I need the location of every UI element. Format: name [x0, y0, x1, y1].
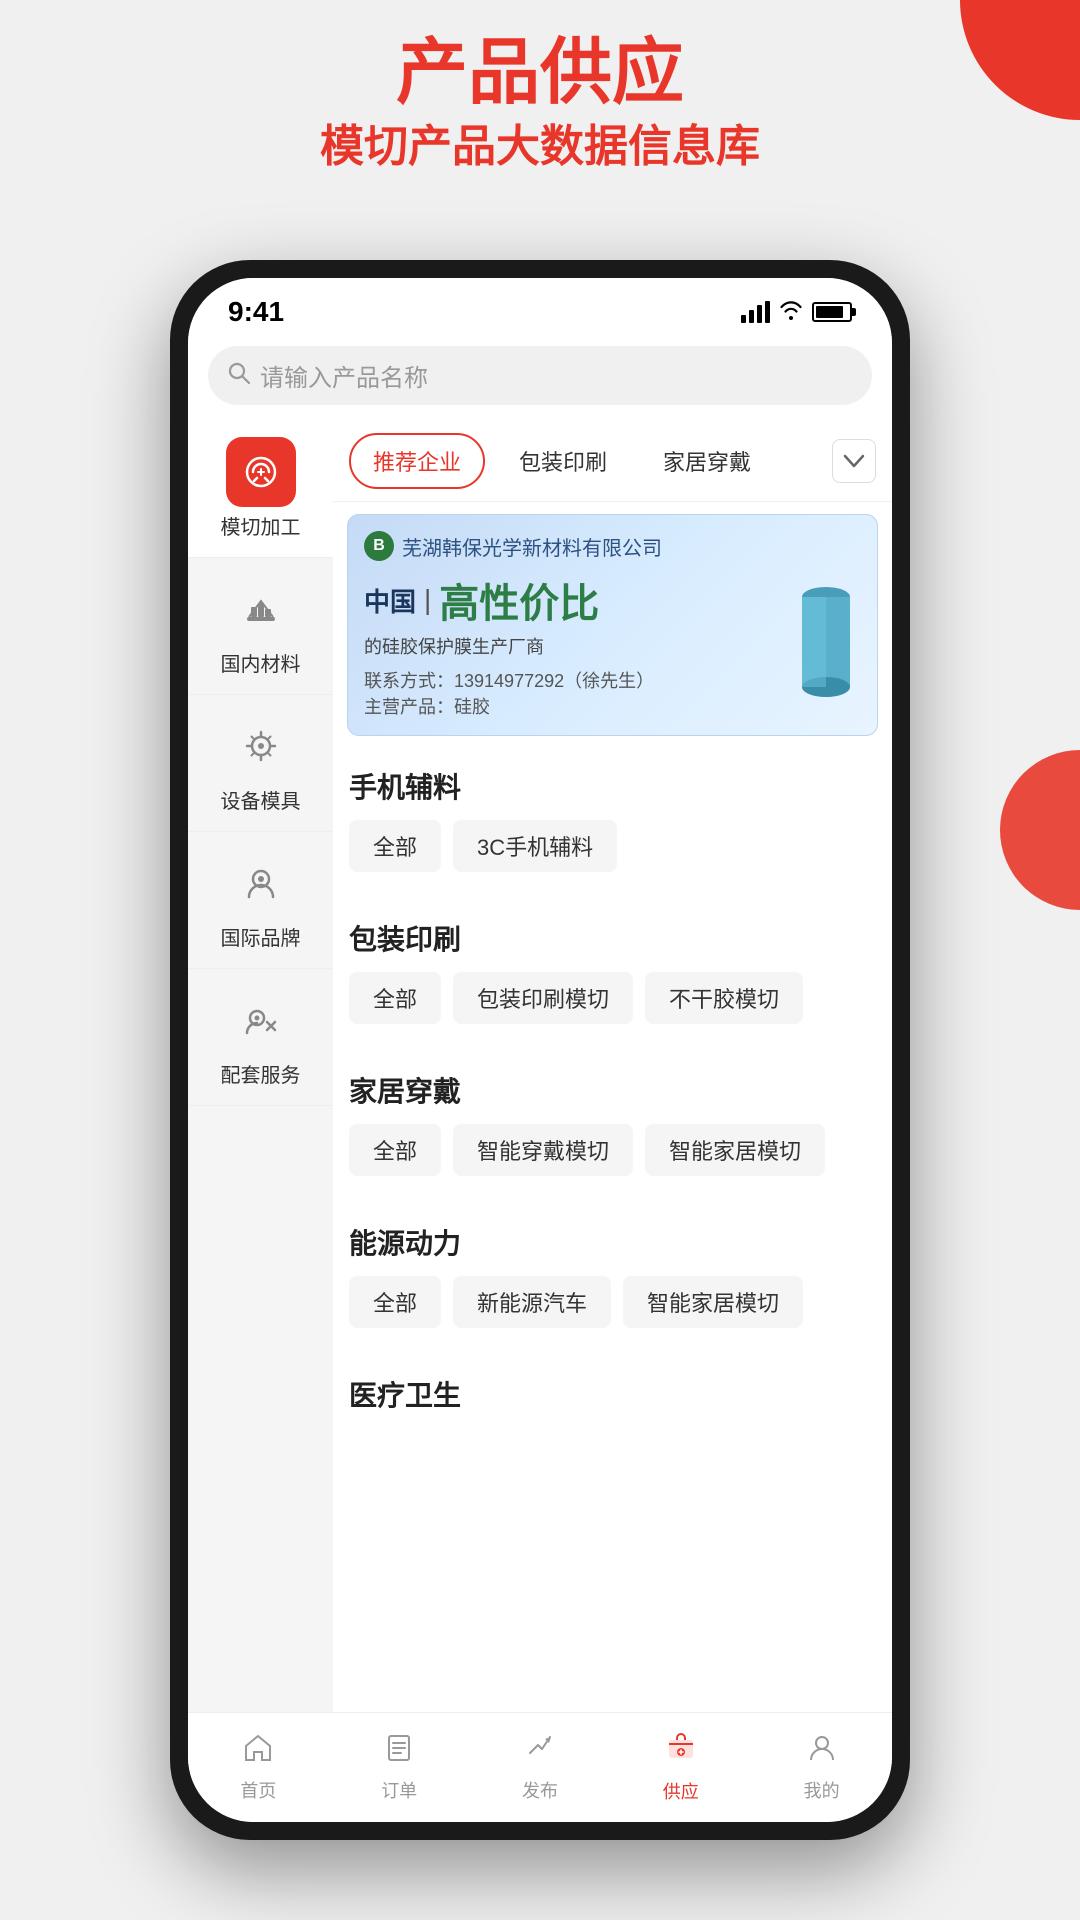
- search-icon: [228, 362, 250, 389]
- sidebar-icon-shebei: [226, 711, 296, 781]
- tag-jiaju-zhineng[interactable]: 智能穿戴模切: [453, 1124, 633, 1176]
- nav-order[interactable]: 订单: [329, 1733, 470, 1803]
- main-content: 推荐企业 包装印刷 家居穿戴 B: [333, 421, 892, 1712]
- sidebar-icon-moqie: [226, 437, 296, 507]
- nav-supply-label: 供应: [663, 1778, 699, 1804]
- banner-china: 中国: [364, 582, 416, 619]
- banner-cylinder: [791, 585, 861, 705]
- tag-nengyuan-all[interactable]: 全部: [349, 1276, 441, 1328]
- banner-logo: B: [364, 531, 394, 561]
- phone-wrapper: 9:41: [170, 260, 910, 1840]
- category-nengyuan: 能源动力 全部 新能源汽车 智能家居模切: [333, 1204, 892, 1346]
- section-tags-jiaju: 全部 智能穿戴模切 智能家居模切: [349, 1124, 876, 1176]
- banner-contact: 联系方式：13914977292（徐先生）: [364, 667, 791, 693]
- order-icon: [384, 1733, 414, 1771]
- banner-ad: B 芜湖韩保光学新材料有限公司 中国 | 高性价比: [347, 514, 878, 736]
- nav-supply[interactable]: 供应: [610, 1732, 751, 1804]
- tag-shouji-all[interactable]: 全部: [349, 820, 441, 872]
- wifi-icon: [778, 298, 804, 326]
- banner-desc: 的硅胶保护膜生产厂商: [364, 633, 791, 659]
- banner-main-text: 中国 | 高性价比: [364, 571, 791, 629]
- phone-frame: 9:41: [170, 260, 910, 1840]
- tag-jiaju-jiaju[interactable]: 智能家居模切: [645, 1124, 825, 1176]
- category-yiliao: 医疗卫生: [333, 1356, 892, 1446]
- tag-nengyuan-xny[interactable]: 新能源汽车: [453, 1276, 611, 1328]
- profile-icon: [807, 1733, 837, 1771]
- sidebar-label-moqie: 模切加工: [221, 515, 301, 541]
- nav-profile[interactable]: 我的: [751, 1733, 892, 1803]
- status-bar: 9:41: [188, 278, 892, 336]
- content-area: 模切加工 国内材料: [188, 421, 892, 1712]
- tab-living[interactable]: 家居穿戴: [641, 435, 773, 487]
- tab-recommended[interactable]: 推荐企业: [349, 433, 485, 489]
- category-shouji: 手机辅料 全部 3C手机辅料: [333, 748, 892, 890]
- banner-company-name: 芜湖韩保光学新材料有限公司: [402, 532, 662, 561]
- nav-home-label: 首页: [240, 1777, 276, 1803]
- sidebar: 模切加工 国内材料: [188, 421, 333, 1712]
- bg-decor-bottom-right: [1000, 750, 1080, 910]
- hero-subtitle: 模切产品大数据信息库: [0, 116, 1080, 178]
- tag-shouji-3c[interactable]: 3C手机辅料: [453, 820, 617, 872]
- hero-section: 产品供应 模切产品大数据信息库: [0, 30, 1080, 178]
- section-title-jiaju: 家居穿戴: [349, 1070, 876, 1110]
- tag-nengyuan-smart[interactable]: 智能家居模切: [623, 1276, 803, 1328]
- banner-company: B 芜湖韩保光学新材料有限公司: [364, 531, 861, 561]
- sidebar-item-peitao[interactable]: 配套服务: [188, 969, 333, 1106]
- section-title-nengyuan: 能源动力: [349, 1222, 876, 1262]
- categories-container: 手机辅料 全部 3C手机辅料 包装印刷 全部 包装印刷模切: [333, 748, 892, 1456]
- sidebar-icon-guonei: [226, 574, 296, 644]
- tag-jiaju-all[interactable]: 全部: [349, 1124, 441, 1176]
- sidebar-label-guoji: 国际品牌: [221, 926, 301, 952]
- sidebar-label-guonei: 国内材料: [221, 652, 301, 678]
- tab-dropdown-btn[interactable]: [832, 439, 876, 483]
- section-title-baozhuang: 包装印刷: [349, 918, 876, 958]
- category-baozhuang: 包装印刷 全部 包装印刷模切 不干胶模切: [333, 900, 892, 1042]
- section-tags-baozhuang: 全部 包装印刷模切 不干胶模切: [349, 972, 876, 1024]
- publish-icon: [525, 1733, 555, 1771]
- hero-title: 产品供应: [0, 30, 1080, 116]
- tag-baozhuang-bujiao[interactable]: 不干胶模切: [645, 972, 803, 1024]
- nav-publish-label: 发布: [522, 1777, 558, 1803]
- banner-highlight: 高性价比: [439, 571, 599, 629]
- sidebar-item-guonei[interactable]: 国内材料: [188, 558, 333, 695]
- sidebar-label-peitao: 配套服务: [221, 1063, 301, 1089]
- status-time: 9:41: [228, 296, 284, 328]
- banner-text-area: 中国 | 高性价比 的硅胶保护膜生产厂商 联系方式：13914977292（徐先…: [364, 571, 791, 719]
- tag-baozhuang-all[interactable]: 全部: [349, 972, 441, 1024]
- sidebar-item-moqie[interactable]: 模切加工: [188, 421, 333, 558]
- sidebar-icon-peitao: [226, 985, 296, 1055]
- phone-screen: 9:41: [188, 278, 892, 1822]
- home-icon: [243, 1733, 273, 1771]
- sidebar-item-shebei[interactable]: 设备模具: [188, 695, 333, 832]
- tag-baozhuang-moji[interactable]: 包装印刷模切: [453, 972, 633, 1024]
- tab-packaging[interactable]: 包装印刷: [497, 435, 629, 487]
- sidebar-item-guoji[interactable]: 国际品牌: [188, 832, 333, 969]
- nav-publish[interactable]: 发布: [470, 1733, 611, 1803]
- status-icons: [741, 298, 852, 326]
- signal-icon: [741, 301, 770, 323]
- bottom-nav: 首页 订单: [188, 1712, 892, 1822]
- section-title-yiliao: 医疗卫生: [349, 1374, 876, 1414]
- nav-home[interactable]: 首页: [188, 1733, 329, 1803]
- banner-content: 中国 | 高性价比 的硅胶保护膜生产厂商 联系方式：13914977292（徐先…: [364, 571, 861, 719]
- sidebar-icon-guoji: [226, 848, 296, 918]
- category-jiaju: 家居穿戴 全部 智能穿戴模切 智能家居模切: [333, 1052, 892, 1194]
- battery-icon: [812, 302, 852, 322]
- section-tags-shouji: 全部 3C手机辅料: [349, 820, 876, 872]
- category-tabs: 推荐企业 包装印刷 家居穿戴: [333, 421, 892, 502]
- supply-icon: [665, 1732, 697, 1772]
- nav-order-label: 订单: [381, 1777, 417, 1803]
- nav-profile-label: 我的: [804, 1777, 840, 1803]
- banner-main-product: 主营产品：硅胶: [364, 693, 791, 719]
- search-placeholder: 请输入产品名称: [260, 358, 428, 393]
- section-title-shouji: 手机辅料: [349, 766, 876, 806]
- search-bar: 请输入产品名称: [188, 336, 892, 421]
- search-input-wrap[interactable]: 请输入产品名称: [208, 346, 872, 405]
- sidebar-label-shebei: 设备模具: [221, 789, 301, 815]
- section-tags-nengyuan: 全部 新能源汽车 智能家居模切: [349, 1276, 876, 1328]
